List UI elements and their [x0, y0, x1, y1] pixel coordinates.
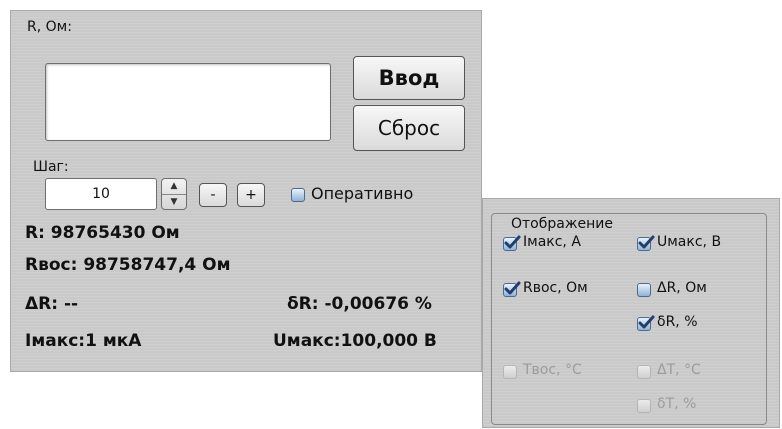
rvos-checkbox[interactable]: [503, 281, 521, 297]
operative-label: Оперативно: [311, 184, 414, 203]
checkmark-icon: [638, 235, 655, 249]
checkmark-icon: [504, 281, 521, 295]
checkmark-icon: [504, 235, 521, 249]
step-input[interactable]: 10: [45, 178, 157, 210]
operative-checkbox[interactable]: [291, 188, 305, 202]
delta-t-rel-option-label: δT, %: [657, 396, 697, 412]
umax-option-label: Uмакс, В: [657, 234, 722, 250]
imax-option-label: Iмакс, А: [523, 234, 581, 250]
delta-r-rel-checkbox[interactable]: [637, 315, 655, 331]
r-reading: R: 98765430 Ом: [25, 223, 180, 243]
display-title: Отображение: [508, 216, 616, 232]
minus-button[interactable]: -: [199, 183, 227, 207]
tvos-option-label: Tвос, °С: [523, 362, 582, 378]
delta-t-option-label: ΔT, °С: [657, 362, 701, 378]
spin-down-icon[interactable]: ▼: [162, 195, 186, 210]
umax-checkbox[interactable]: [637, 235, 655, 251]
checkmark-icon: [638, 315, 655, 329]
tvos-checkbox[interactable]: [503, 365, 517, 379]
reset-button[interactable]: Сброс: [353, 105, 465, 151]
delta-r-checkbox[interactable]: [637, 283, 651, 297]
step-spinner[interactable]: ▲ ▼: [161, 178, 187, 210]
delta-t-rel-checkbox[interactable]: [637, 399, 651, 413]
enter-button[interactable]: Ввод: [353, 56, 465, 100]
umax-reading: Uмакс:100,000 В: [273, 331, 437, 351]
resistance-input[interactable]: [45, 63, 331, 141]
delta-r-rel-reading: δR: -0,00676 %: [287, 294, 432, 314]
rvos-reading: Rвос: 98758747,4 Ом: [25, 255, 231, 275]
delta-r-reading: ΔR: --: [25, 294, 79, 314]
display-options-panel: Отображение Iмакс, А Uмакс, В Rвос, Ом Δ…: [482, 198, 780, 428]
imax-reading: Iмакс:1 мкА: [25, 331, 142, 351]
spin-up-icon[interactable]: ▲: [162, 179, 186, 195]
delta-r-rel-option-label: δR, %: [657, 314, 698, 330]
rvos-option-label: Rвос, Ом: [523, 280, 588, 296]
step-label: Шаг:: [33, 159, 69, 175]
delta-t-checkbox[interactable]: [637, 365, 651, 379]
imax-checkbox[interactable]: [503, 235, 521, 251]
measurement-panel: R, Ом: Ввод Сброс Шаг: 10 ▲ ▼ - + Операт…: [10, 10, 482, 372]
delta-r-option-label: ΔR, Ом: [657, 280, 707, 296]
plus-button[interactable]: +: [237, 183, 265, 207]
resistance-label: R, Ом:: [27, 19, 72, 35]
